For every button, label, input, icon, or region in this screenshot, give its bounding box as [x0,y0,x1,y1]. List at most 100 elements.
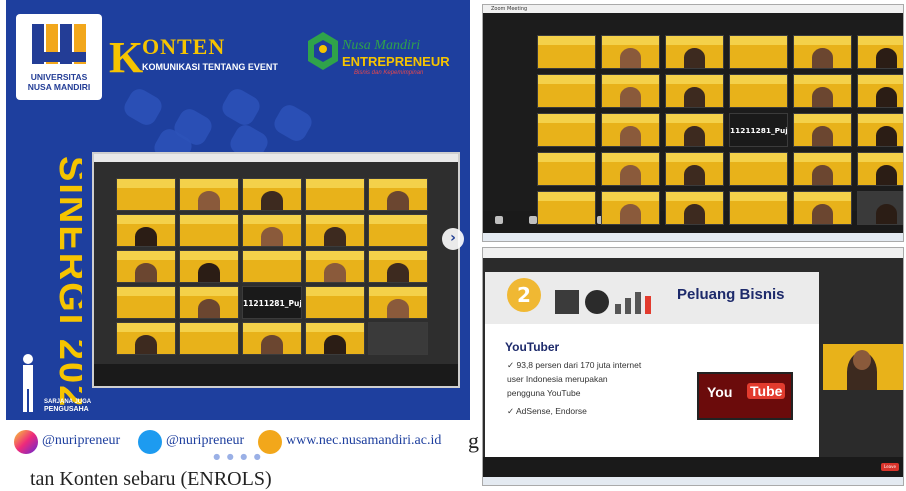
speaker-head [853,350,871,370]
tile-banner [180,323,238,332]
participant-video-tile [242,178,302,211]
zoom-window-title-bar: Zoom Meeting [483,5,903,13]
participant-face [323,262,346,282]
konten-initial: K [109,33,144,82]
tile-banner [538,192,595,201]
chevron-right-icon: › [450,230,456,246]
participant-video-tile [857,152,903,186]
tile-banner [180,215,238,224]
konten-subtitle: KOMUNIKASI TENTANG EVENT [142,62,278,72]
participant-face [683,48,706,68]
participant-face [134,334,157,354]
participant-face [683,126,706,146]
participant-video-tile [537,74,596,108]
tile-banner [666,153,723,162]
participant-video-tile [857,74,903,108]
participant-video-tile [242,214,302,247]
participant-face [811,87,834,107]
tile-banner [666,75,723,84]
participant-face [197,190,220,210]
participant-video-tile [729,74,788,108]
tile-banner [538,114,595,123]
participant-video-tile [793,113,852,147]
next-slide-button[interactable]: › [442,228,464,250]
participant-face [875,87,898,107]
tile-banner [306,287,364,296]
stray-letter: g [468,428,479,453]
carousel-dots: ● ● ● ● [213,452,263,461]
zoom-title-bar [94,154,458,162]
event-poster: UNIVERSITAS NUSA MANDIRI K ONTEN KOMUNIK… [6,0,470,466]
participant-video-tile [116,286,176,319]
participant-video-tile [729,35,788,69]
partner-entrepreneur: ENTREPRENEUR [342,54,450,69]
participant-video-tile [537,191,596,225]
zoom-control-icon[interactable] [529,216,537,224]
participant-face [619,204,642,224]
participant-face [875,48,898,68]
participant-video-tile [305,250,365,283]
participant-face [875,165,898,185]
participant-face [260,190,283,210]
participant-video-tile [179,322,239,355]
participant-face [683,204,706,224]
participant-video-tile [368,286,428,319]
participant-face [323,226,346,246]
bullet-line: pengguna YouTube [507,388,581,398]
tile-banner [180,251,238,260]
zoom-control-icon[interactable] [495,216,503,224]
zoom-window-title: Zoom Meeting [491,6,528,12]
zoom-controls-bar [94,364,458,386]
tile-banner [602,36,659,45]
participant-face [386,298,409,318]
partner-name: Nusa Mandiri [342,38,421,53]
person-silhouette-icon [23,354,33,412]
participant-video-tile [305,286,365,319]
participant-video-tile [665,35,724,69]
participant-video-tile [368,250,428,283]
hexagon-decoration [270,101,316,145]
tile-banner [858,114,903,123]
twitter-icon [138,430,162,454]
tile-banner [369,179,427,188]
participant-video-tile [793,74,852,108]
participant-video-tile [601,152,660,186]
zoom-window-title-bar [483,248,903,258]
tile-banner [794,153,851,162]
speaker-video-tile [823,344,903,390]
participant-face [875,204,898,224]
zoom-presentation-window: 2 Peluang Bisnis YouTuber ✓ 93,8 persen … [482,247,904,486]
participant-face [619,87,642,107]
leave-button[interactable]: Leave [881,463,899,471]
bullet-line: ✓ 93,8 persen dari 170 juta internet [507,360,642,370]
participant-video-tile [242,250,302,283]
bullet-line: user Indonesia merupakan [507,374,608,384]
zoom-share-bar [483,258,903,266]
slide-title: Peluang Bisnis [677,286,785,303]
participant-video-tile [179,286,239,319]
tile-banner [794,114,851,123]
tile-banner [666,192,723,201]
participant-video-tile [601,113,660,147]
participant-video-tile [665,191,724,225]
participant-video-tile [179,178,239,211]
participant-video-tile: 11211281_Puji... [729,113,788,147]
slide-header: 2 Peluang Bisnis [485,272,819,324]
tile-banner [730,153,787,162]
participant-face [811,126,834,146]
participant-face [197,298,220,318]
participant-name-label: 11211281_Puji... [730,126,788,135]
tile-banner [369,215,427,224]
instagram-handle: @nuripreneur [42,433,121,448]
presentation-slide: 2 Peluang Bisnis YouTuber ✓ 93,8 persen … [485,272,819,462]
tile-banner [243,179,301,188]
tile-banner [538,75,595,84]
participant-video-tile [857,113,903,147]
university-name-line1: UNIVERSITAS [30,72,88,82]
participant-video-tile [601,35,660,69]
participant-video-tile [665,113,724,147]
participant-video-tile [857,35,903,69]
hexagon-decoration [120,85,166,129]
tile-banner [794,75,851,84]
tile-banner [369,287,427,296]
